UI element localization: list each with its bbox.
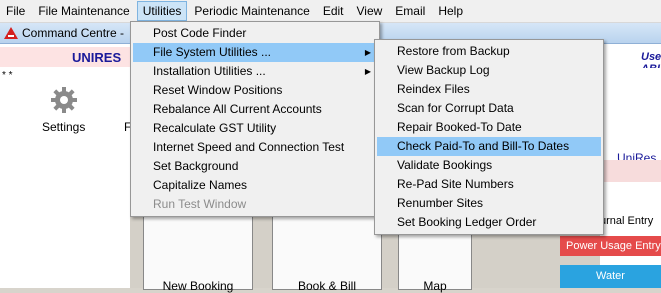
menu-help[interactable]: Help	[432, 1, 469, 21]
user-label: Use	[641, 51, 661, 63]
menu-item-label: Re-Pad Site Numbers	[397, 177, 514, 191]
tile-label: Book & Bill	[297, 279, 357, 293]
gear-icon	[51, 87, 77, 113]
menu-item-label: Run Test Window	[153, 197, 247, 211]
menu-periodic-maintenance[interactable]: Periodic Maintenance	[188, 1, 315, 21]
window-title: Command Centre -	[22, 26, 125, 40]
tile-label: Map	[423, 279, 447, 293]
menu-item-post-code-finder[interactable]: Post Code Finder	[133, 24, 377, 43]
water-button[interactable]: Water	[560, 265, 661, 288]
menu-item-label: View Backup Log	[397, 63, 490, 77]
menu-file-maintenance[interactable]: File Maintenance	[32, 1, 135, 21]
menu-email[interactable]: Email	[389, 1, 431, 21]
menu-item-scan-corrupt-data[interactable]: Scan for Corrupt Data	[377, 99, 601, 118]
submenu-arrow-icon: ▶	[364, 48, 371, 57]
menu-item-label: Set Booking Ledger Order	[397, 215, 537, 229]
menu-item-check-paid-to-bill-to[interactable]: Check Paid-To and Bill-To Dates	[377, 137, 601, 156]
menu-item-recalculate-gst[interactable]: Recalculate GST Utility	[133, 119, 377, 138]
utilities-menu: Post Code Finder File System Utilities .…	[130, 21, 380, 217]
menu-item-label: Validate Bookings	[397, 158, 493, 172]
power-usage-entry-button[interactable]: Power Usage Entry	[560, 236, 661, 256]
menu-item-label: Rebalance All Current Accounts	[153, 102, 322, 116]
menu-item-label: Recalculate GST Utility	[153, 121, 277, 135]
menu-item-re-pad-site-numbers[interactable]: Re-Pad Site Numbers	[377, 175, 601, 194]
menu-item-label: File System Utilities ...	[153, 45, 272, 59]
menu-item-label: Post Code Finder	[153, 26, 247, 40]
menu-item-installation-utilities[interactable]: Installation Utilities ... ▶	[133, 62, 377, 81]
menu-item-validate-bookings[interactable]: Validate Bookings	[377, 156, 601, 175]
menu-item-label: Scan for Corrupt Data	[397, 101, 514, 115]
menu-item-run-test-window: Run Test Window	[133, 195, 377, 214]
settings-button[interactable]: Settings	[28, 84, 98, 140]
tile-book-bill[interactable]: Book & Bill	[272, 210, 382, 293]
menu-item-label: Check Paid-To and Bill-To Dates	[397, 139, 570, 153]
menu-item-capitalize-names[interactable]: Capitalize Names	[133, 176, 377, 195]
command-centre-icon	[4, 27, 18, 39]
menu-item-label: Repair Booked-To Date	[397, 120, 522, 134]
menu-item-label: Reset Window Positions	[153, 83, 283, 97]
menu-item-set-background[interactable]: Set Background	[133, 157, 377, 176]
menu-item-label: Installation Utilities ...	[153, 64, 266, 78]
menu-item-label: Capitalize Names	[153, 178, 248, 192]
menu-edit[interactable]: Edit	[317, 1, 350, 21]
menu-item-reindex-files[interactable]: Reindex Files	[377, 80, 601, 99]
journal-entry-link[interactable]: urnal Entry	[600, 215, 653, 227]
menu-item-renumber-sites[interactable]: Renumber Sites	[377, 194, 601, 213]
file-system-utilities-menu: Restore from Backup View Backup Log Rein…	[374, 39, 604, 235]
menu-item-label: Restore from Backup	[397, 44, 510, 58]
tile-label: New Booking	[162, 279, 234, 293]
menu-item-set-booking-ledger-order[interactable]: Set Booking Ledger Order	[377, 213, 601, 232]
org-name: UNIRES	[72, 50, 122, 65]
menu-utilities[interactable]: Utilities	[136, 1, 188, 21]
menu-item-restore-from-backup[interactable]: Restore from Backup	[377, 42, 601, 61]
menu-item-label: Reindex Files	[397, 82, 470, 96]
menu-item-internet-speed-test[interactable]: Internet Speed and Connection Test	[133, 138, 377, 157]
status-stars: * *	[2, 70, 13, 81]
menu-item-file-system-utilities[interactable]: File System Utilities ... ▶	[133, 43, 377, 62]
notice-strip	[600, 160, 661, 182]
menu-item-rebalance-accounts[interactable]: Rebalance All Current Accounts	[133, 100, 377, 119]
menu-item-view-backup-log[interactable]: View Backup Log	[377, 61, 601, 80]
menu-view[interactable]: View	[351, 1, 389, 21]
menu-item-label: Internet Speed and Connection Test	[153, 140, 345, 154]
menu-file[interactable]: File	[0, 1, 31, 21]
menu-item-label: Set Background	[153, 159, 239, 173]
menu-item-repair-booked-to-date[interactable]: Repair Booked-To Date	[377, 118, 601, 137]
tile-new-booking[interactable]: New Booking	[143, 210, 253, 293]
menu-bar: File File Maintenance Utilities Periodic…	[0, 0, 661, 23]
menu-item-label: Renumber Sites	[397, 196, 484, 210]
submenu-arrow-icon: ▶	[364, 67, 371, 76]
menu-item-reset-window-positions[interactable]: Reset Window Positions	[133, 81, 377, 100]
settings-label: Settings	[42, 120, 86, 134]
